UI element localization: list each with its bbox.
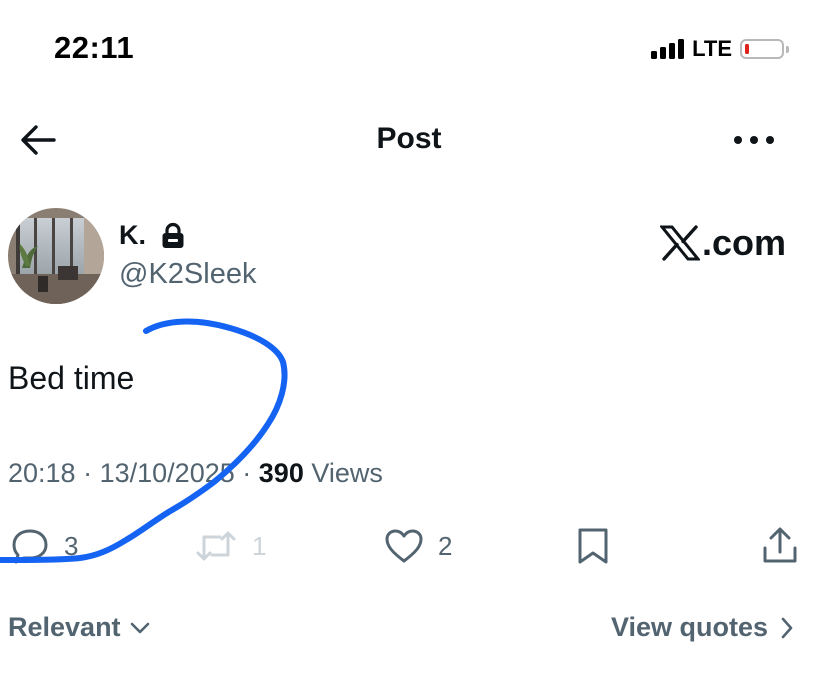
avatar-photo	[8, 208, 104, 304]
like-count: 2	[438, 530, 453, 561]
reply-button[interactable]: 3	[10, 524, 78, 568]
repost-count: 1	[252, 530, 267, 561]
post-time[interactable]: 20:18	[8, 458, 76, 488]
author-handle[interactable]: @K2Sleek	[119, 258, 256, 291]
post-text: Bed time	[8, 360, 135, 396]
reply-bubble-icon	[12, 529, 48, 564]
author-name[interactable]: K.	[119, 220, 146, 251]
x-com-watermark: .com	[660, 222, 786, 264]
views-label[interactable]: Views	[311, 458, 383, 488]
meta-separator: ·	[83, 458, 93, 488]
signal-icon	[651, 39, 685, 59]
bookmark-button[interactable]	[576, 524, 610, 568]
post-metadata: 20:18 · 13/10/2025 · 390 Views	[8, 458, 383, 489]
share-button[interactable]	[760, 524, 800, 568]
heart-icon	[385, 529, 423, 563]
hand-drawn-annotation	[0, 318, 288, 563]
status-indicators: LTE	[651, 36, 789, 62]
post-screen: 22:11 LTE Post K. @K2Sleek .com Bed time…	[0, 0, 818, 676]
repost-icon	[196, 531, 236, 561]
battery-icon	[740, 39, 789, 59]
bookmark-icon	[578, 528, 608, 564]
post-date[interactable]: 13/10/2025	[100, 458, 235, 488]
watermark-text: .com	[702, 222, 787, 263]
avatar[interactable]	[8, 208, 104, 304]
chevron-down-icon	[130, 622, 149, 633]
sort-replies-dropdown[interactable]: Relevant	[8, 612, 151, 643]
more-horizontal-icon	[734, 136, 774, 144]
views-count[interactable]: 390	[259, 458, 304, 488]
view-quotes-label: View quotes	[610, 612, 768, 642]
meta-separator: ·	[242, 458, 252, 488]
reply-count: 3	[64, 530, 79, 561]
page-title: Post	[376, 122, 442, 155]
chevron-right-icon	[781, 617, 793, 638]
x-logo-icon	[660, 225, 700, 261]
more-options-button[interactable]	[732, 126, 776, 154]
sort-label: Relevant	[8, 612, 121, 642]
share-icon	[763, 527, 797, 563]
like-button[interactable]: 2	[384, 524, 452, 568]
status-time: 22:11	[54, 30, 135, 65]
network-type: LTE	[692, 36, 732, 61]
view-quotes-link[interactable]: View quotes	[611, 612, 794, 643]
lock-icon	[162, 222, 184, 248]
repost-button[interactable]: 1	[194, 524, 266, 568]
